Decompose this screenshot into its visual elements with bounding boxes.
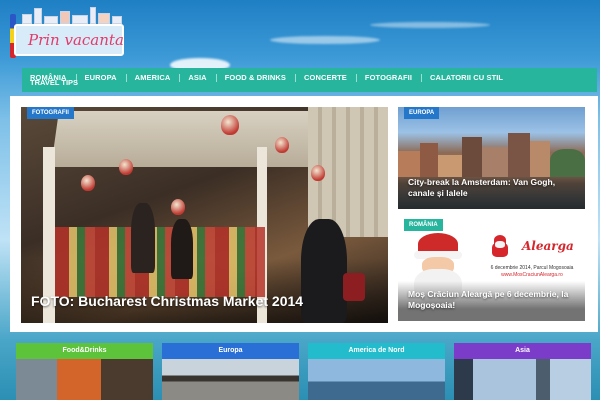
category-card-label[interactable]: Food&Drinks [16, 343, 153, 359]
nav-item-concerte[interactable]: CONCERTE [295, 68, 356, 88]
category-card-america-de-nord[interactable]: America de Nord [308, 343, 445, 400]
ornament-icon [171, 199, 185, 215]
category-card-asia[interactable]: Asia [454, 343, 591, 400]
hero-image-shelf [55, 227, 265, 297]
hero-image-vendor [131, 203, 155, 273]
side-image-canal-houses [398, 127, 585, 177]
skyline-icon [14, 6, 124, 24]
category-card-label[interactable]: Europa [162, 343, 299, 359]
category-badge[interactable]: FOTOGRAFII [27, 107, 74, 119]
side-article-title[interactable]: Moș Crăciun Aleargă pe 6 decembrie, la M… [408, 289, 577, 311]
nav-item-america[interactable]: AMERICA [125, 68, 180, 88]
hero-image-vendor [171, 219, 193, 279]
ad-date: 6 decembrie 2014, Parcul Mogosoaia [490, 265, 574, 271]
category-card-image [16, 359, 153, 400]
cloud [270, 36, 380, 44]
nav-item-asia[interactable]: ASIA [179, 68, 215, 88]
nav-item-travel-tips[interactable]: TRAVEL TIPS [30, 78, 78, 88]
ad-url: www.MosCraciunAlearga.ro [501, 272, 563, 278]
ornament-icon [221, 115, 239, 135]
logo-text: Prin vacanta [14, 24, 124, 56]
category-card-food-drinks[interactable]: Food&Drinks [16, 343, 153, 400]
hero-title[interactable]: FOTO: Bucharest Christmas Market 2014 [31, 293, 303, 309]
nav-item-calatorii-cu-stil[interactable]: CALATORII CU STIL [421, 68, 512, 88]
side-article[interactable]: Alearga 6 decembrie 2014, Parcul Mogosoa… [398, 219, 585, 321]
hero-article[interactable]: FOTOGRAFII FOTO: Bucharest Christmas Mar… [21, 107, 388, 323]
nav-item-fotografii[interactable]: FOTOGRAFII [355, 68, 421, 88]
ornament-icon [119, 159, 133, 175]
category-badge[interactable]: EUROPA [404, 107, 440, 119]
cloud [370, 22, 490, 28]
hero-image-shopper [301, 219, 347, 323]
category-card-label[interactable]: Asia [454, 343, 591, 359]
category-card-image [162, 359, 299, 400]
hero-image-bag [343, 273, 365, 301]
ornament-icon [81, 175, 95, 191]
ornament-icon [311, 165, 325, 181]
category-card-label[interactable]: America de Nord [308, 343, 445, 359]
category-card-image [308, 359, 445, 400]
side-article-title[interactable]: City-break la Amsterdam: Van Gogh, canal… [408, 177, 577, 199]
santa-runner-icon [488, 235, 512, 261]
nav-item-food-drinks[interactable]: FOOD & DRINKS [215, 68, 295, 88]
nav-item-europa[interactable]: EUROPA [75, 68, 126, 88]
side-article[interactable]: EUROPA City-break la Amsterdam: Van Gogh… [398, 107, 585, 209]
category-card-europa[interactable]: Europa [162, 343, 299, 400]
category-badge[interactable]: ROMÂNIA [404, 219, 443, 231]
nav-row: ROMÂNIA EUROPA AMERICA ASIA FOOD & DRINK… [22, 68, 597, 88]
category-card-image [454, 359, 591, 400]
ad-brand: Alearga [522, 239, 574, 253]
main-nav: ROMÂNIA EUROPA AMERICA ASIA FOOD & DRINK… [22, 68, 597, 92]
ornament-icon [275, 137, 289, 153]
site-logo[interactable]: Prin vacanta [10, 6, 128, 58]
